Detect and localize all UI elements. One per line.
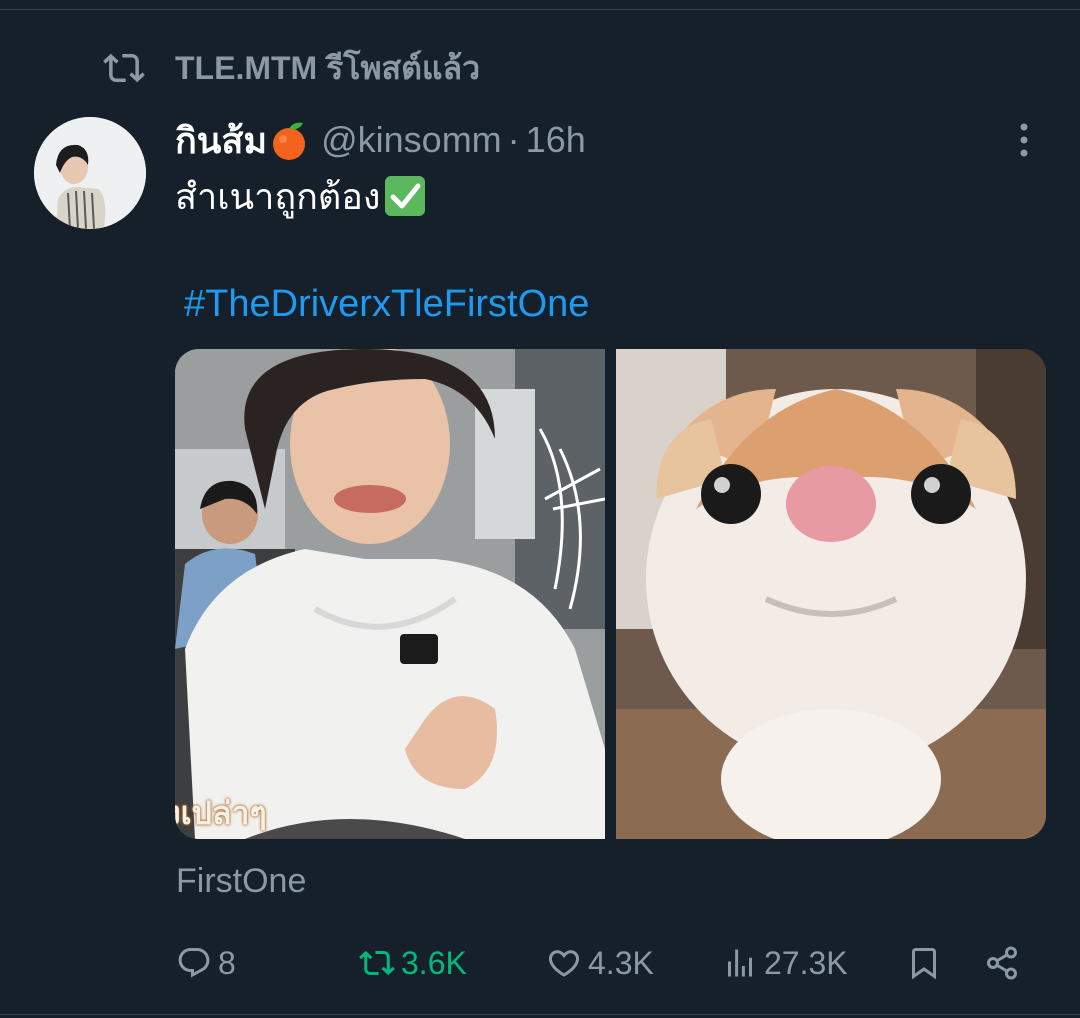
timestamp[interactable]: 16h xyxy=(526,119,586,161)
media-caption-left: งเปล่าๆ xyxy=(175,795,267,831)
share-icon xyxy=(987,946,1017,980)
more-icon[interactable] xyxy=(1006,120,1042,160)
views-icon xyxy=(728,949,752,977)
tweet-text-row: สำเนาถูกต้อง xyxy=(175,172,427,220)
views-button[interactable]: 27.3K xyxy=(722,940,848,986)
retweet-banner[interactable]: TLE.MTM รีโพสต์แล้ว xyxy=(103,46,480,90)
hashtag-link[interactable]: #TheDriverxTleFirstOne xyxy=(184,283,589,326)
retweet-icon xyxy=(359,950,395,976)
display-name[interactable]: กินส้ม xyxy=(175,112,267,169)
tweet-header: กินส้ม @kinsomm · 16h xyxy=(175,116,586,164)
media-photo-right[interactable] xyxy=(616,349,1046,839)
share-button[interactable] xyxy=(984,940,1020,986)
handle[interactable]: @kinsomm xyxy=(321,119,502,161)
retweet-count: 3.6K xyxy=(401,944,467,981)
card-source-label[interactable]: FirstOne xyxy=(176,862,306,901)
like-count: 4.3K xyxy=(588,944,654,981)
views-count: 27.3K xyxy=(764,944,848,981)
check-mark-emoji-icon xyxy=(384,176,425,216)
like-icon xyxy=(548,950,580,977)
retweet-button[interactable]: 3.6K xyxy=(359,940,467,986)
bottom-divider xyxy=(0,1014,1080,1015)
bookmark-button[interactable] xyxy=(906,940,942,986)
reply-button[interactable]: 8 xyxy=(176,940,236,986)
like-button[interactable]: 4.3K xyxy=(546,940,654,986)
reply-icon xyxy=(178,948,210,978)
tweet-text: สำเนาถูกต้อง xyxy=(175,175,381,217)
reply-count: 8 xyxy=(218,944,236,981)
retweet-banner-text: TLE.MTM รีโพสต์แล้ว xyxy=(175,49,481,86)
orange-emoji-icon xyxy=(273,122,306,160)
media-photo-left[interactable]: งเปล่าๆ xyxy=(175,349,605,839)
top-divider xyxy=(0,9,1080,10)
bookmark-icon xyxy=(912,948,936,980)
avatar[interactable] xyxy=(34,117,146,229)
retweet-icon xyxy=(103,53,145,83)
separator-dot: · xyxy=(507,119,520,160)
